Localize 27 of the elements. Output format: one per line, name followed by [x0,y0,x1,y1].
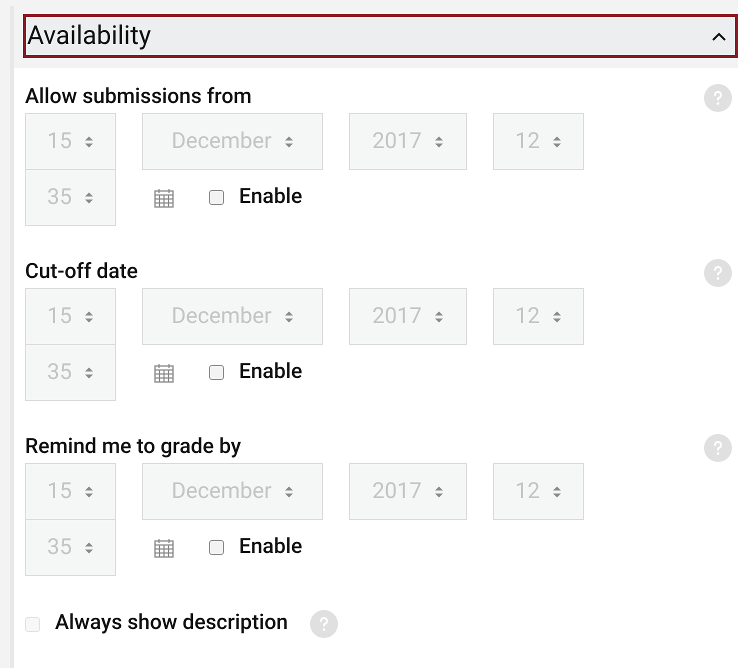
sort-arrows-icon [84,484,94,498]
sort-arrows-icon [84,540,94,554]
sort-arrows-icon [284,484,294,498]
sort-arrows-icon [434,310,444,324]
sort-arrows-icon [84,310,94,324]
section-header[interactable]: Availability [23,14,738,58]
sort-arrows-icon [552,134,562,148]
checkbox-label: Always show description [55,610,288,638]
sort-arrows-icon [552,310,562,324]
sort-arrows-icon [84,366,94,380]
field-label: Remind me to grade by [25,434,242,462]
sort-arrows-icon [284,310,294,324]
field-label: Cut-off date [25,259,138,286]
checkbox-label: Enable [239,184,302,211]
sort-arrows-icon [284,134,294,148]
calendar-icon[interactable] [154,188,174,208]
field-label: Allow submissions from [25,84,252,112]
calendar-icon[interactable] [154,362,174,382]
chevron-icon [711,31,727,41]
sort-arrows-icon [434,484,444,498]
sort-arrows-icon [84,134,94,148]
checkbox-label: Enable [239,534,302,561]
checkbox-label: Enable [239,358,302,386]
calendar-icon[interactable] [154,538,174,558]
sort-arrows-icon [434,134,444,148]
sort-arrows-icon [84,190,94,204]
sort-arrows-icon [552,484,562,498]
